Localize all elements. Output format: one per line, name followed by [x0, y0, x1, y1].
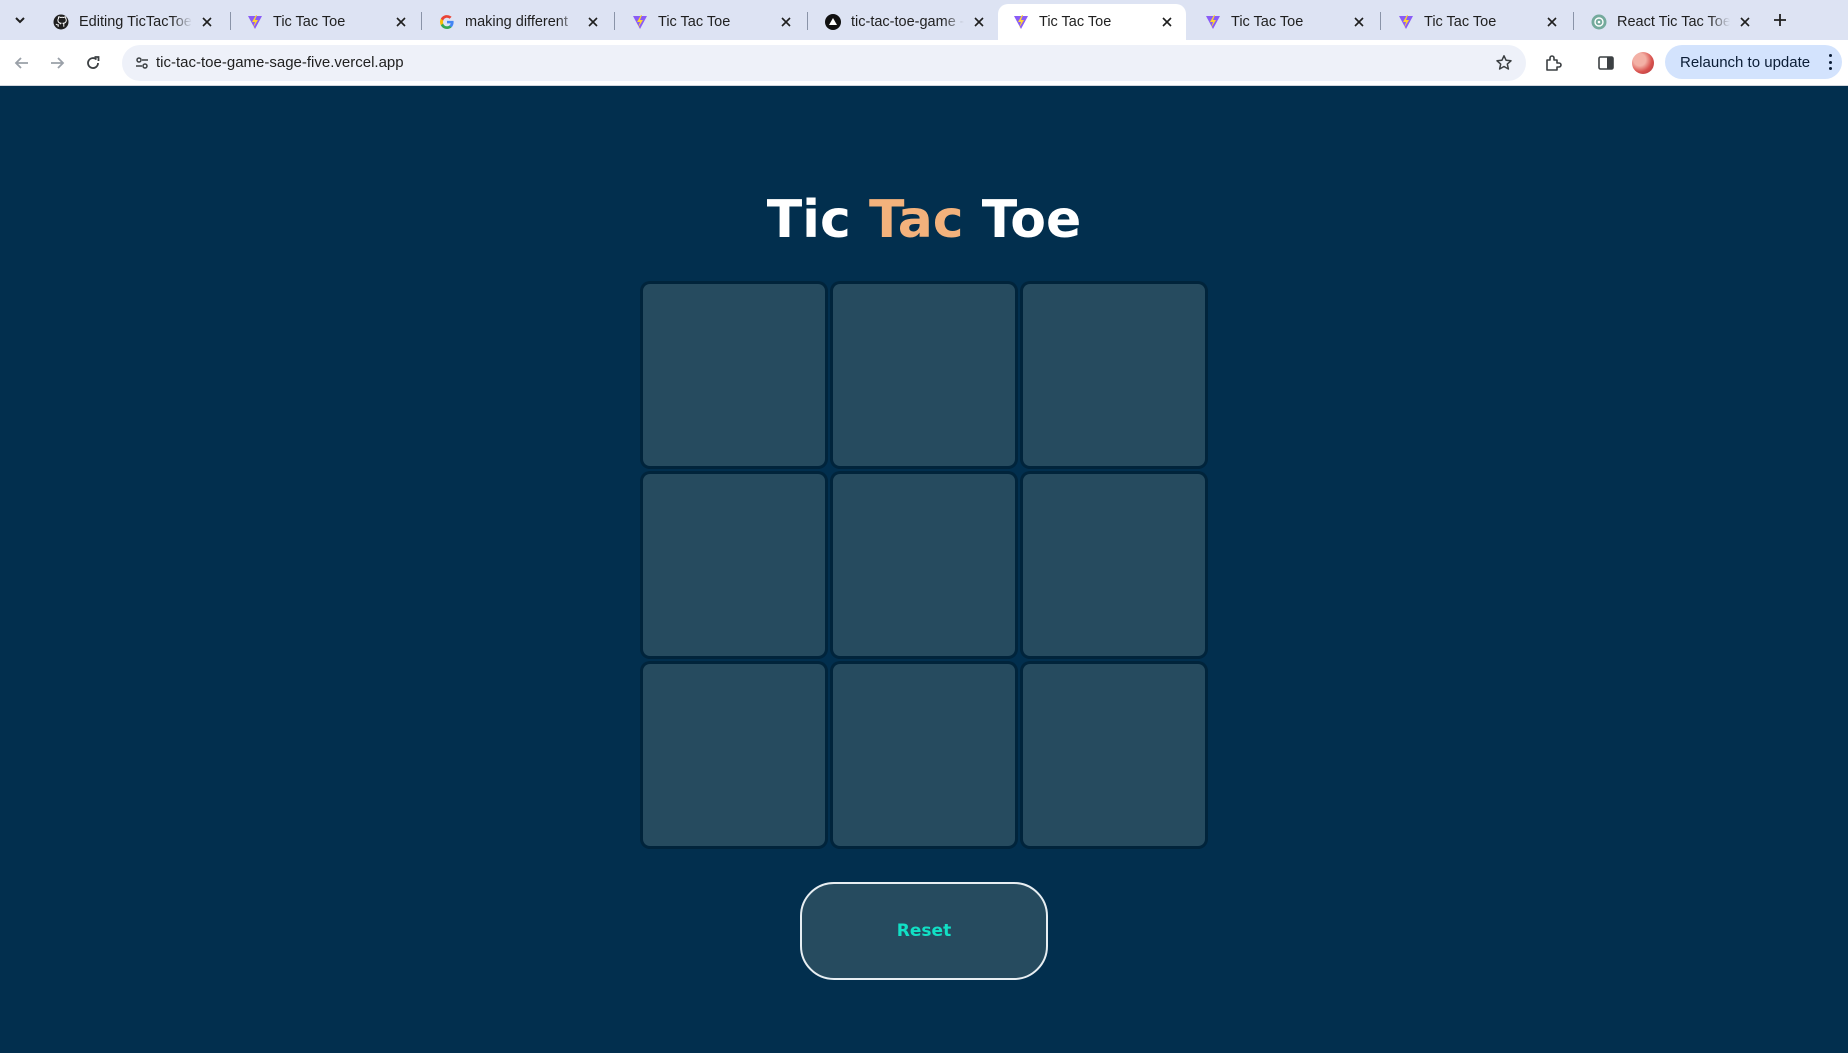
- tab-separator: [614, 12, 615, 30]
- tab-title: making different: [465, 14, 568, 30]
- tab-editing-tictactoe[interactable]: Editing TicTacToe: [38, 4, 226, 40]
- game-board: [643, 284, 1205, 846]
- tab-separator: [421, 12, 422, 30]
- vercel-icon: [824, 13, 842, 31]
- tab-separator: [1573, 12, 1574, 30]
- site-info-tune-icon[interactable]: [130, 51, 154, 75]
- tab-tic-tac-toe-3[interactable]: Tic Tac Toe: [1190, 4, 1378, 40]
- forward-arrow-icon[interactable]: [43, 49, 71, 77]
- tab-close-icon[interactable]: [198, 13, 216, 31]
- game-title: Tic Tac Toe: [0, 190, 1848, 250]
- relaunch-to-update-button[interactable]: Relaunch to update: [1665, 45, 1842, 79]
- tab-close-icon[interactable]: [1736, 13, 1754, 31]
- tab-separator: [807, 12, 808, 30]
- more-vertical-icon: [1827, 54, 1833, 70]
- address-bar[interactable]: tic-tac-toe-game-sage-five.vercel.app: [122, 45, 1526, 81]
- tab-close-icon[interactable]: [777, 13, 795, 31]
- vite-icon: [631, 13, 649, 31]
- tab-title: Tic Tac Toe: [273, 14, 346, 30]
- bookmark-star-icon[interactable]: [1492, 51, 1516, 75]
- tab-title: Editing TicTacToe: [79, 14, 192, 30]
- google-icon: [438, 13, 456, 31]
- github-icon: [52, 13, 70, 31]
- board-cell[interactable]: [1023, 284, 1205, 466]
- relaunch-label: Relaunch to update: [1680, 53, 1811, 71]
- tab-tic-tac-toe-2[interactable]: Tic Tac Toe: [617, 4, 805, 40]
- vite-icon: [1397, 13, 1415, 31]
- tab-making-different[interactable]: making different: [424, 4, 612, 40]
- vite-icon: [246, 13, 264, 31]
- tab-title: Tic Tac Toe: [1424, 14, 1497, 30]
- title-accent: Tac: [868, 190, 964, 250]
- browser-toolbar: tic-tac-toe-game-sage-five.vercel.app: [0, 40, 1848, 86]
- tab-search-chevron-down-icon[interactable]: [8, 8, 32, 32]
- tab-close-icon[interactable]: [970, 13, 988, 31]
- title-part-1: Tic: [766, 190, 869, 250]
- tab-title: Tic Tac Toe: [1231, 14, 1304, 30]
- back-arrow-icon[interactable]: [8, 49, 36, 77]
- tab-separator: [1380, 12, 1381, 30]
- reset-button[interactable]: Reset: [800, 882, 1048, 980]
- board-cell[interactable]: [1023, 474, 1205, 656]
- board-cell[interactable]: [1023, 664, 1205, 846]
- tab-close-icon[interactable]: [392, 13, 410, 31]
- board-cell[interactable]: [643, 664, 825, 846]
- page-content: Tic Tac Toe Reset: [0, 87, 1848, 1053]
- extensions-puzzle-icon[interactable]: [1539, 49, 1567, 77]
- board-cell[interactable]: [833, 664, 1015, 846]
- tab-react-tic-tac-toe[interactable]: React Tic Tac Toe: [1576, 4, 1764, 40]
- board-cell[interactable]: [643, 284, 825, 466]
- board-cell[interactable]: [833, 284, 1015, 466]
- side-panel-icon[interactable]: [1592, 49, 1620, 77]
- reload-icon[interactable]: [79, 49, 107, 77]
- profile-avatar[interactable]: [1632, 52, 1654, 74]
- tab-tic-tac-toe-4[interactable]: Tic Tac Toe: [1383, 4, 1571, 40]
- tab-title: Tic Tac Toe: [658, 14, 731, 30]
- tab-close-icon[interactable]: [1350, 13, 1368, 31]
- tab-tic-tac-toe-1[interactable]: Tic Tac Toe: [232, 4, 420, 40]
- tab-title: Tic Tac Toe: [1039, 14, 1112, 30]
- board-cell[interactable]: [643, 474, 825, 656]
- title-part-2: Toe: [963, 190, 1082, 250]
- new-tab-plus-icon[interactable]: [1768, 8, 1792, 32]
- tab-title: React Tic Tac Toe: [1617, 14, 1730, 30]
- tab-close-icon[interactable]: [584, 13, 602, 31]
- tab-strip: Editing TicTacToe Tic Tac Toe making dif…: [0, 0, 1848, 40]
- tab-close-icon[interactable]: [1158, 13, 1176, 31]
- tab-title: tic-tac-toe-game -: [851, 14, 964, 30]
- vite-icon: [1012, 13, 1030, 31]
- url-text[interactable]: tic-tac-toe-game-sage-five.vercel.app: [156, 45, 404, 81]
- board-cell[interactable]: [833, 474, 1015, 656]
- tab-close-icon[interactable]: [1543, 13, 1561, 31]
- tab-separator: [230, 12, 231, 30]
- chatgpt-icon: [1590, 13, 1608, 31]
- vite-icon: [1204, 13, 1222, 31]
- tab-tic-tac-toe-active[interactable]: Tic Tac Toe: [998, 4, 1186, 40]
- tab-vercel-project[interactable]: tic-tac-toe-game -: [810, 4, 998, 40]
